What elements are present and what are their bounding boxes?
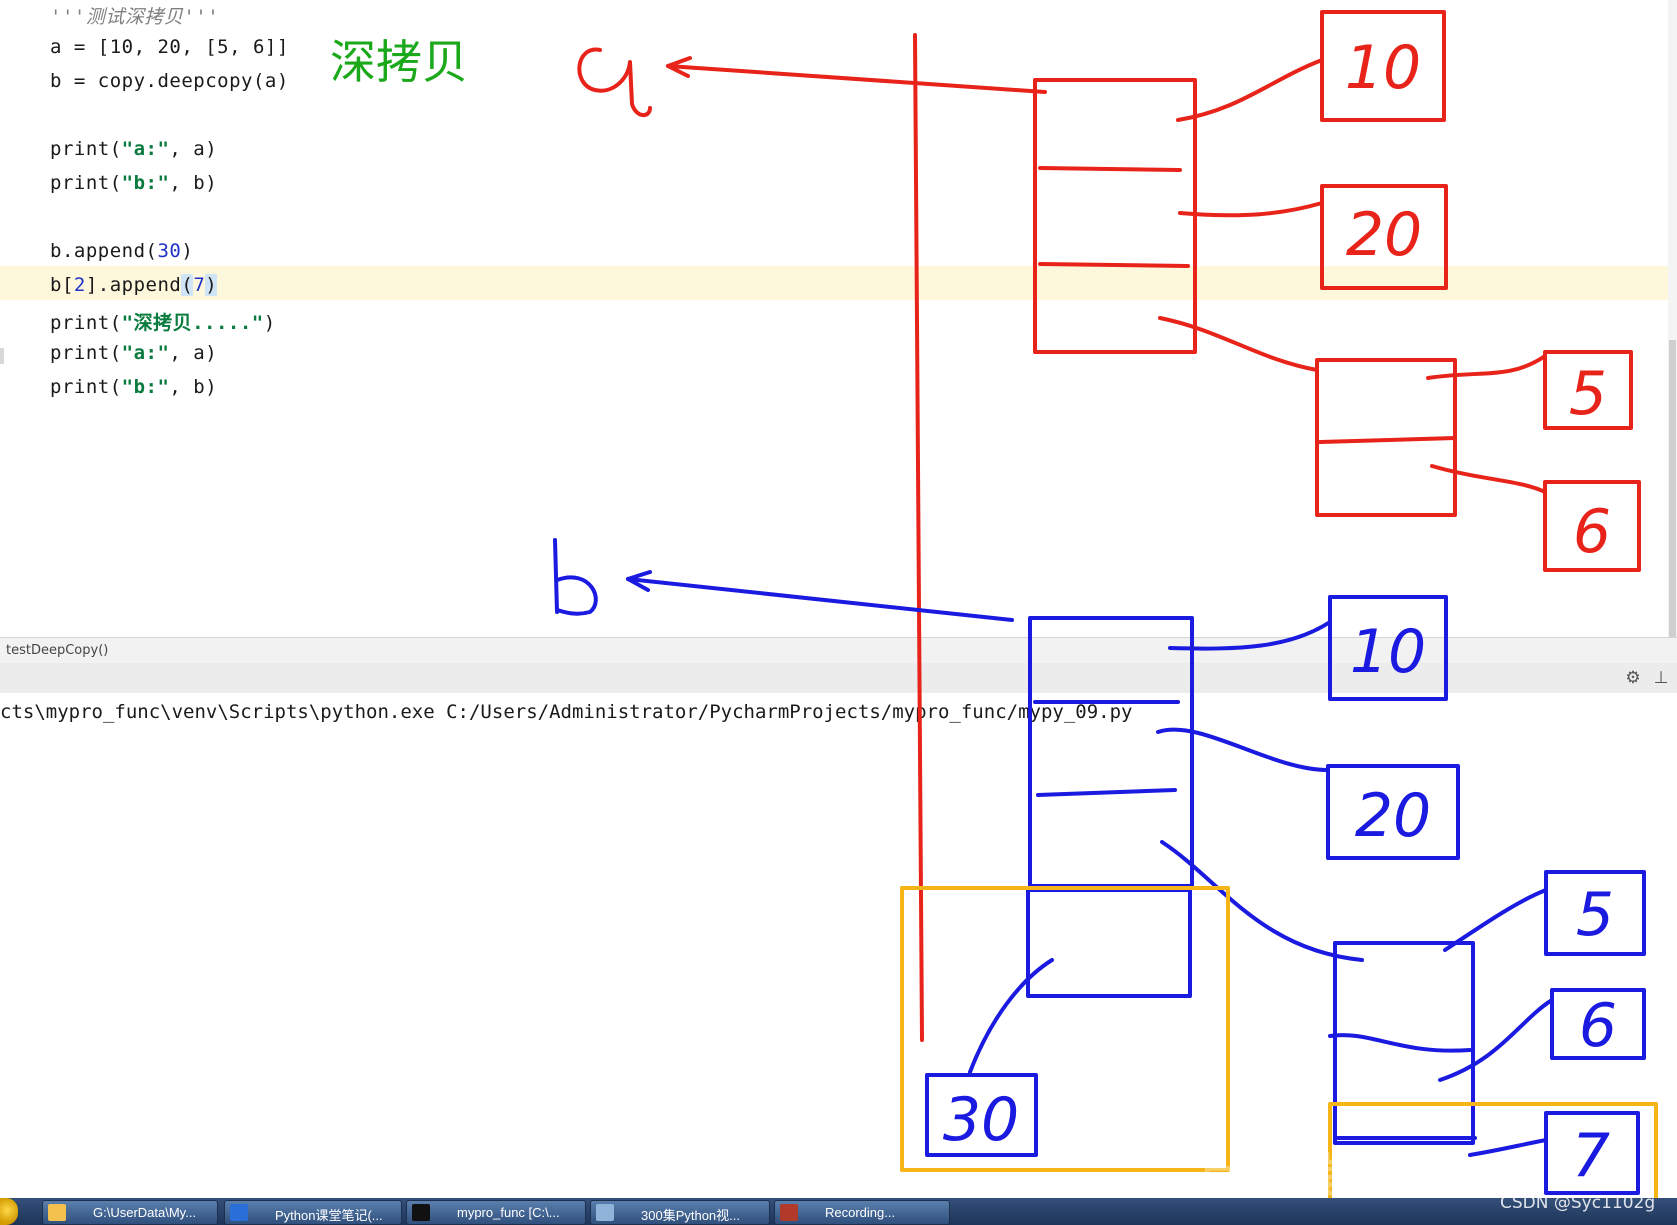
value-6-a: 6: [1573, 497, 1611, 567]
ref-line-30-b: [968, 958, 1054, 1074]
wps-icon: [230, 1204, 248, 1221]
ref-line-20-a: [1178, 201, 1324, 218]
list-b-dividers: [1033, 700, 1180, 797]
value-5-b: 5: [1576, 880, 1614, 950]
value-20-a: 20: [1346, 200, 1422, 270]
taskbar-button-video[interactable]: 300集Python视...: [590, 1200, 770, 1225]
video-watermark-brand: 尚学堂官方: [1200, 1149, 1460, 1203]
pycharm-icon: [412, 1204, 430, 1221]
inner-list-a-divider: [1318, 436, 1457, 444]
label-b-stroke: [553, 538, 598, 616]
value-30-b: 30: [943, 1085, 1019, 1155]
inner-list-b-box: [1333, 941, 1475, 1145]
taskbar-button-label: Python课堂笔记(...: [275, 1208, 383, 1223]
taskbar-button-pycharm[interactable]: mypro_func [C:\...: [406, 1200, 586, 1225]
taskbar-button-label: mypro_func [C:\...: [457, 1205, 560, 1220]
pointer-arrow-a: [666, 64, 1047, 94]
list-b-appended-slot: [1026, 888, 1192, 998]
ref-line-20-b: [1156, 727, 1330, 772]
csdn-watermark: CSDN @Syc1102g: [1500, 1193, 1656, 1213]
value-10-a: 10: [1345, 33, 1421, 103]
taskbar-button-wps[interactable]: Python课堂笔记(...: [224, 1200, 402, 1225]
object-b-diagram: [553, 538, 1646, 1195]
value-6-b: 6: [1579, 991, 1617, 1061]
value-20-b: 20: [1355, 781, 1431, 851]
inner-list-b-dividers: [1328, 1033, 1477, 1140]
value-5-a: 5: [1569, 359, 1607, 429]
pointer-arrow-b: [626, 577, 1014, 622]
taskbar-button-label: Recording...: [825, 1205, 896, 1220]
list-a-dividers: [1038, 166, 1190, 268]
ref-line-5-b: [1443, 888, 1548, 952]
ref-line-10-a: [1176, 58, 1324, 122]
taskbar-button-label: G:\UserData\My...: [93, 1205, 197, 1220]
label-a-stroke: [577, 47, 652, 117]
ref-line-6-b: [1438, 998, 1554, 1082]
list-a-box: [1033, 78, 1197, 354]
ref-line-inner-a: [1158, 316, 1319, 372]
taskbar-button-label: 300集Python视...: [641, 1208, 740, 1223]
value-10-b: 10: [1350, 617, 1426, 687]
ref-line-6-a: [1430, 464, 1547, 494]
value-7-b: 7: [1572, 1121, 1610, 1191]
recorder-icon: [780, 1204, 798, 1221]
ref-line-7-b: [1468, 1138, 1548, 1157]
taskbar-button-recording[interactable]: Recording...: [774, 1200, 950, 1225]
folder-icon: [48, 1204, 66, 1221]
memory-diagram: 10 20 5 6 10 20 5 6 30 7: [553, 10, 1658, 1198]
taskbar-button-explorer[interactable]: G:\UserData\My...: [42, 1200, 218, 1225]
video-icon: [596, 1204, 614, 1221]
